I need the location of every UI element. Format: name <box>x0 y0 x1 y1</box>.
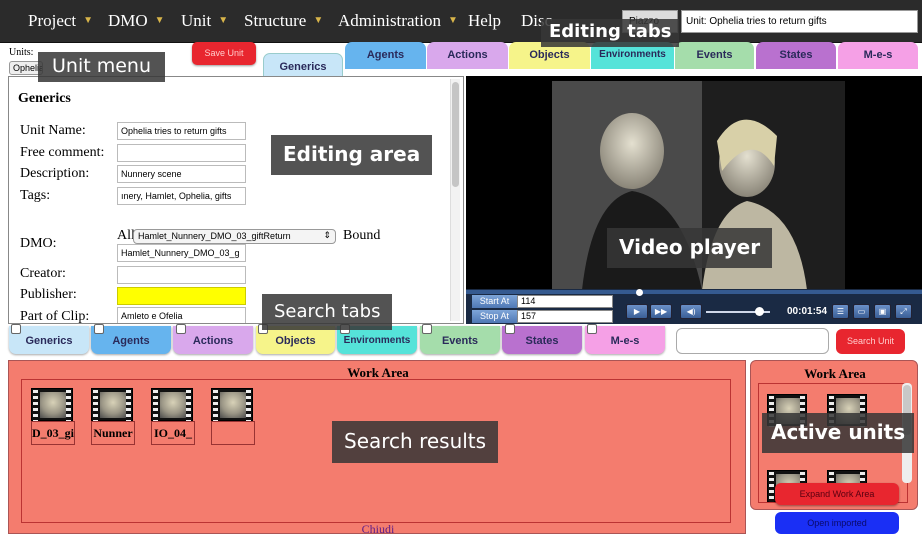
search-tab-mes[interactable]: M-e-s <box>585 326 665 354</box>
fullscreen-icon[interactable]: ⤢ <box>895 304 912 319</box>
tags-label: Tags: <box>20 188 51 203</box>
result-label: D_03_gi <box>31 421 75 445</box>
chevron-down-icon: ▼ <box>313 15 324 26</box>
close-link[interactable]: Chiudi <box>9 522 747 534</box>
save-unit-button[interactable]: Save Unit <box>192 42 256 65</box>
generics-checkbox[interactable] <box>11 324 21 334</box>
edit-tab-states[interactable]: States <box>756 42 836 69</box>
fast-forward-icon[interactable]: ▶▶ <box>650 304 672 319</box>
film-thumbnail-icon <box>91 388 133 421</box>
volume-handle[interactable] <box>755 307 764 316</box>
expand-work-area-button[interactable]: Expand Work Area <box>775 483 899 505</box>
time-readout: 00:01:54 <box>787 306 828 317</box>
film-thumbnail-icon <box>211 388 253 421</box>
menubar: Project ▼ DMO ▼ Unit ▼ Structure ▼ Administr… <box>0 0 922 43</box>
menu-help[interactable]: Help <box>468 11 501 31</box>
film-thumbnail-icon <box>151 388 193 421</box>
unit-name-label: Unit Name: <box>20 123 86 138</box>
callout-unit-menu: Unit menu <box>38 52 165 82</box>
part-of-clip-label: Part of Clip: <box>20 309 90 324</box>
events-checkbox[interactable] <box>422 324 432 334</box>
callout-active-units: Active units <box>762 413 915 453</box>
updown-chevron-icon: ⇕ <box>323 230 331 240</box>
dmo-label: DMO: <box>20 236 57 251</box>
start-at-input[interactable]: 114 <box>517 295 613 308</box>
callout-editing-tabs: Editing tabs <box>541 19 680 47</box>
callout-search-results: Search results <box>332 421 499 463</box>
search-tab-generics[interactable]: Generics <box>9 326 89 354</box>
menu-dmo[interactable]: DMO ▼ <box>108 11 165 31</box>
play-icon[interactable]: ▶ <box>626 304 648 319</box>
editing-heading: Generics <box>18 91 71 106</box>
units-label: Units: <box>9 47 34 58</box>
free-comment-input[interactable] <box>117 144 246 162</box>
editing-scrollbar[interactable] <box>450 79 460 321</box>
window-icon[interactable]: ▣ <box>874 304 891 319</box>
stop-at-label: Stop At <box>472 310 517 323</box>
video-player[interactable]: Start At 114 Stop At 157 ▶ ▶▶ ◀) 00:01:5… <box>466 76 922 324</box>
open-imported-button[interactable]: Open imported <box>775 512 899 534</box>
volume-icon[interactable]: ◀) <box>680 304 702 319</box>
result-item[interactable]: IO_04_ <box>151 388 195 445</box>
progress-track[interactable] <box>466 290 922 294</box>
edit-tab-agents[interactable]: Agents <box>345 42 426 69</box>
tags-input[interactable]: ınery, Hamlet, Ophelia, gifts <box>117 187 246 205</box>
creator-input[interactable] <box>117 266 246 284</box>
states-checkbox[interactable] <box>505 324 515 334</box>
progress-handle[interactable] <box>636 289 643 296</box>
mes-checkbox[interactable] <box>587 324 597 334</box>
video-controls: Start At 114 Stop At 157 ▶ ▶▶ ◀) 00:01:5… <box>466 289 922 324</box>
description-input[interactable]: Nunnery scene <box>117 165 246 183</box>
search-input[interactable] <box>676 328 829 354</box>
actions-checkbox[interactable] <box>176 324 186 334</box>
chevron-down-icon: ▼ <box>154 15 165 26</box>
menu-structure[interactable]: Structure ▼ <box>244 11 323 31</box>
result-label <box>211 421 255 445</box>
start-at-label: Start At <box>472 295 517 308</box>
edit-tab-mes[interactable]: M-e-s <box>838 42 918 69</box>
result-label: IO_04_ <box>151 421 195 445</box>
publisher-label: Publisher: <box>20 287 77 302</box>
result-item[interactable]: D_03_gi <box>31 388 75 445</box>
edit-tab-generics[interactable]: Generics <box>263 53 343 78</box>
chevron-down-icon: ▼ <box>218 15 229 26</box>
menu-unit[interactable]: Unit ▼ <box>181 11 228 31</box>
chevron-down-icon: ▼ <box>83 15 94 26</box>
free-comment-label: Free comment: <box>20 145 105 160</box>
search-tab-events[interactable]: Events <box>420 326 500 354</box>
film-thumbnail-icon <box>31 388 73 421</box>
dmo-input[interactable]: Hamlet_Nunnery_DMO_03_g <box>117 244 246 262</box>
current-unit-field[interactable]: Unit: Ophelia tries to return gifts <box>681 10 918 33</box>
list-icon[interactable]: ☰ <box>832 304 849 319</box>
editing-area: Generics Unit Name: Ophelia tries to ret… <box>8 76 464 324</box>
description-label: Description: <box>20 166 90 181</box>
callout-video-player: Video player <box>607 228 773 268</box>
menu-administration[interactable]: Administration ▼ <box>338 11 458 31</box>
callout-editing-area: Editing area <box>271 135 433 175</box>
stop-at-input[interactable]: 157 <box>517 310 613 323</box>
part-of-clip-input[interactable]: Amleto e Ofelia <box>117 307 246 323</box>
result-item[interactable]: Nunner <box>91 388 135 445</box>
creator-label: Creator: <box>20 266 66 281</box>
dmo-bound-label: Bound <box>343 228 381 243</box>
edit-tab-actions[interactable]: Actions <box>427 42 508 69</box>
chat-icon[interactable]: ▭ <box>853 304 870 319</box>
chevron-down-icon: ▼ <box>447 15 458 26</box>
result-label: Nunner <box>91 421 135 445</box>
publisher-input[interactable] <box>117 287 246 305</box>
edit-tab-events[interactable]: Events <box>675 42 754 69</box>
active-units-title: Work Area <box>804 366 866 381</box>
dmo-select[interactable]: Hamlet_Nunnery_DMO_03_giftReturn ⇕ <box>133 229 336 244</box>
unit-name-input[interactable]: Ophelia tries to return gifts <box>117 122 246 140</box>
search-unit-button[interactable]: Search Unit <box>836 329 905 354</box>
callout-search-tabs: Search tabs <box>262 294 393 330</box>
agents-checkbox[interactable] <box>94 324 104 334</box>
menu-project[interactable]: Project ▼ <box>28 11 93 31</box>
result-item[interactable] <box>211 388 255 445</box>
